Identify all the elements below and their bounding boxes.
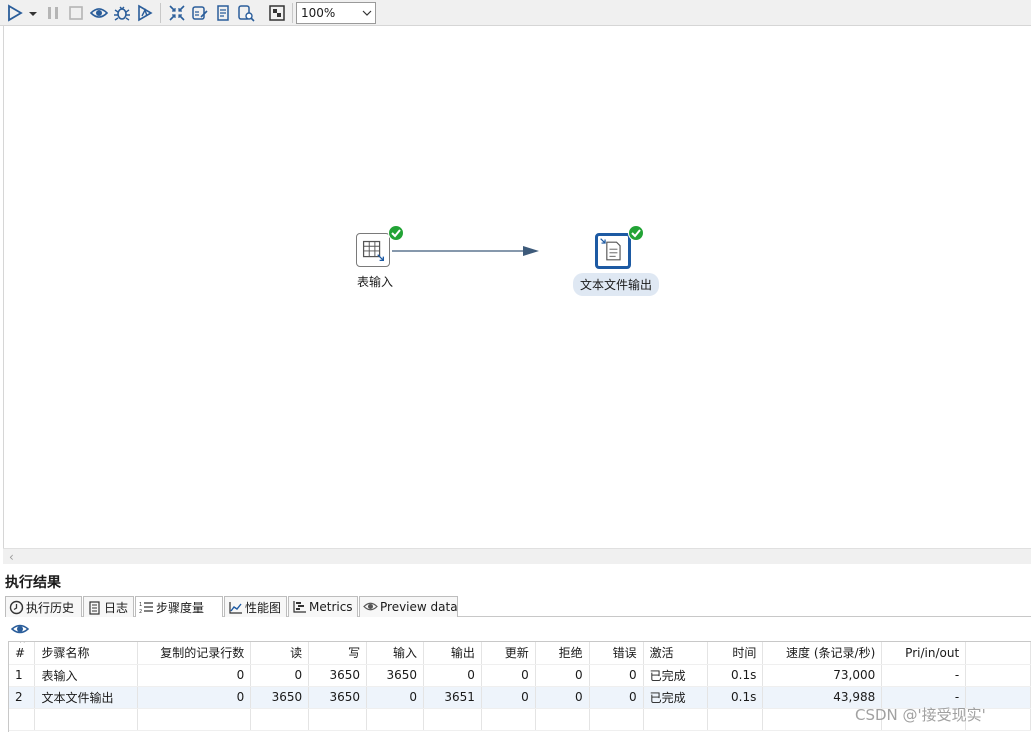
tab-step-metrics[interactable]: 1 2 步骤度量 bbox=[135, 596, 223, 618]
table-cell: 0 bbox=[481, 664, 536, 687]
zoom-value: 100% bbox=[301, 6, 336, 20]
column-header[interactable]: 时间 bbox=[707, 642, 764, 665]
column-header[interactable]: Pri/in/out bbox=[881, 642, 967, 665]
table-cell: 0.1s bbox=[707, 686, 764, 709]
pause-icon[interactable] bbox=[44, 4, 62, 22]
svg-text:1: 1 bbox=[139, 602, 142, 608]
column-header[interactable]: 读 bbox=[250, 642, 310, 665]
table-cell: 1 bbox=[9, 664, 36, 687]
step-label: 表输入 bbox=[357, 275, 394, 289]
table-cell: 0 bbox=[481, 686, 536, 709]
chevron-down-icon bbox=[362, 10, 372, 16]
table-cell: 0.1s bbox=[707, 664, 764, 687]
table-cell: 3650 bbox=[308, 664, 368, 687]
table-cell: 已完成 bbox=[643, 686, 709, 709]
tab-execution-history[interactable]: 执行历史 bbox=[5, 596, 82, 617]
explore-db-icon[interactable] bbox=[237, 4, 255, 22]
column-header[interactable]: 更新 bbox=[481, 642, 536, 665]
sort-indicator-icon: ^ bbox=[19, 641, 26, 648]
success-check-icon bbox=[628, 225, 644, 241]
transformation-toolbar: 100% bbox=[0, 0, 1031, 26]
table-cell: 73,000 bbox=[762, 664, 883, 687]
preview-icon[interactable] bbox=[90, 4, 108, 22]
zoom-select[interactable]: 100% bbox=[296, 2, 376, 24]
table-cell: 3650 bbox=[308, 686, 368, 709]
column-header[interactable]: 写 bbox=[308, 642, 368, 665]
execution-results-title: 执行结果 bbox=[5, 575, 61, 591]
transformation-canvas[interactable]: 表输入 文本文件输出 bbox=[3, 26, 1031, 550]
hop-layer bbox=[392, 246, 539, 256]
results-tab-bar: 执行历史 日志 1 2 步骤度量 性能图 Metrics Preview data bbox=[5, 595, 1031, 618]
table-cell: 0 bbox=[366, 686, 424, 709]
tab-metrics[interactable]: Metrics bbox=[288, 596, 358, 617]
sql-icon[interactable] bbox=[214, 4, 232, 22]
table-cell: 2 bbox=[9, 686, 36, 709]
tab-preview-data[interactable]: Preview data bbox=[359, 596, 458, 617]
log-icon bbox=[87, 600, 102, 615]
metrics-panel-toolbar bbox=[5, 617, 1031, 641]
toolbar-separator bbox=[160, 3, 161, 23]
impact-analysis-icon[interactable] bbox=[191, 4, 209, 22]
scroll-left-icon[interactable]: ‹ bbox=[9, 550, 14, 564]
table-row[interactable]: 1 表输入 0 0 3650 3650 0 0 0 0 已完成 0.1s 73,… bbox=[9, 664, 1031, 687]
toolbar-separator bbox=[292, 3, 293, 23]
stop-icon[interactable] bbox=[67, 4, 85, 22]
tab-label: 日志 bbox=[104, 601, 129, 615]
table-header-row: # 步骤名称 复制的记录行数 读 写 输入 输出 更新 拒绝 错误 激活 时间 … bbox=[9, 642, 1031, 665]
hop-arrow-icon bbox=[523, 246, 539, 256]
tab-performance-chart[interactable]: 性能图 bbox=[224, 596, 287, 617]
table-cell: 0 bbox=[535, 686, 590, 709]
column-header-empty bbox=[965, 642, 1031, 665]
success-check-icon bbox=[388, 225, 404, 241]
watermark: CSDN @'接受现实' bbox=[855, 706, 986, 724]
run-icon[interactable] bbox=[6, 4, 24, 22]
table-cell: 0 bbox=[589, 686, 644, 709]
pdi-spoon-window: 100% 表输入 文本文件输出 ‹ 执行结果 执行历史 日志 1 2 步骤度量 … bbox=[0, 0, 1031, 732]
table-cell: 已完成 bbox=[643, 664, 709, 687]
column-header[interactable]: 复制的记录行数 bbox=[137, 642, 252, 665]
column-header[interactable]: 拒绝 bbox=[535, 642, 590, 665]
table-cell-empty bbox=[965, 664, 1031, 687]
column-header[interactable]: 激活 bbox=[643, 642, 709, 665]
tab-label: 执行历史 bbox=[26, 601, 75, 615]
table-cell: - bbox=[881, 664, 967, 687]
table-cell: 表输入 bbox=[34, 664, 139, 687]
table-cell: 0 bbox=[589, 664, 644, 687]
tab-label: Preview data bbox=[380, 600, 458, 614]
column-header[interactable]: 步骤名称 bbox=[34, 642, 139, 665]
table-input-icon[interactable] bbox=[356, 233, 390, 267]
column-header[interactable]: 速度 (条记录/秒) bbox=[762, 642, 883, 665]
debug-icon[interactable] bbox=[113, 4, 131, 22]
table-cell: 文本文件输出 bbox=[34, 686, 139, 709]
preview-eye-icon[interactable] bbox=[11, 622, 29, 636]
table-cell: 0 bbox=[250, 664, 310, 687]
table-cell: 0 bbox=[423, 664, 482, 687]
step-label: 文本文件输出 bbox=[573, 273, 660, 296]
gantt-icon bbox=[292, 599, 307, 614]
table-cell: 3650 bbox=[250, 686, 310, 709]
column-header[interactable]: 错误 bbox=[589, 642, 644, 665]
table-cell: 3651 bbox=[423, 686, 482, 709]
canvas-horizontal-scrollbar[interactable]: ‹ bbox=[3, 548, 1031, 564]
tab-label: 步骤度量 bbox=[156, 601, 205, 615]
column-header[interactable]: 输出 bbox=[423, 642, 482, 665]
tab-label: Metrics bbox=[309, 600, 353, 614]
performance-chart-icon bbox=[228, 600, 243, 615]
table-cell: 3650 bbox=[366, 664, 424, 687]
text-file-output-icon[interactable] bbox=[595, 233, 631, 269]
run-dropdown-icon[interactable] bbox=[24, 4, 37, 22]
table-cell: 0 bbox=[137, 686, 252, 709]
check-transformation-icon[interactable] bbox=[168, 4, 186, 22]
show-results-icon[interactable] bbox=[268, 4, 286, 22]
column-header[interactable]: 输入 bbox=[366, 642, 424, 665]
replay-icon[interactable] bbox=[136, 4, 154, 22]
eye-icon bbox=[363, 599, 378, 614]
table-cell: 0 bbox=[137, 664, 252, 687]
tab-log[interactable]: 日志 bbox=[83, 596, 134, 617]
tab-label: 性能图 bbox=[245, 601, 282, 615]
table-cell: 0 bbox=[535, 664, 590, 687]
svg-text:2: 2 bbox=[139, 609, 142, 615]
clock-icon bbox=[9, 600, 24, 615]
metrics-list-icon: 12 bbox=[139, 600, 154, 615]
